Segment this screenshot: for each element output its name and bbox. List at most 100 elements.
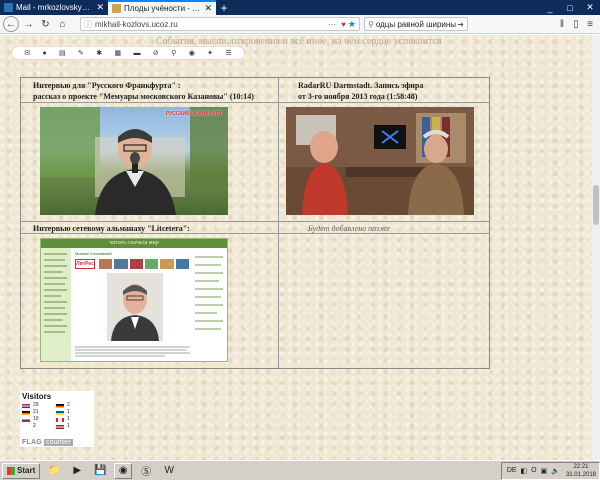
flag-icon <box>56 410 64 415</box>
media-player-icon[interactable]: ▶ <box>68 463 86 479</box>
brand-left: FLAG <box>22 439 42 446</box>
minimize-button[interactable]: _ <box>540 3 560 13</box>
radar-video-thumbnail[interactable] <box>286 107 474 215</box>
litcetera-book-covers <box>99 259 189 269</box>
visitor-count: 21 <box>33 409 39 415</box>
book-cover-icon <box>144 259 159 269</box>
notes-icon[interactable]: ▤ <box>59 49 66 57</box>
litcetera-header: читать сначала мир <box>41 239 227 248</box>
litcetera-site-thumbnail[interactable]: читать сначала мир Михаил Козловский Лит… <box>40 238 228 362</box>
sidebar-icon[interactable]: ▯ <box>569 19 583 30</box>
visitor-count: 10 <box>33 416 39 422</box>
search-go-icon[interactable]: ➜ <box>457 20 464 29</box>
volume-icon[interactable]: 🔈 <box>551 467 560 475</box>
flag-icon <box>56 403 64 408</box>
frankfurt-video-thumbnail[interactable]: РУССКИЙ ФРАНКФУРТ <box>40 107 228 215</box>
radar-ru-title: RadarRU Darmstadt. Запись эфира от 3-го … <box>298 80 423 102</box>
page-actions-icon[interactable]: ··· <box>328 20 336 29</box>
page-scrollbar[interactable] <box>592 35 600 460</box>
book-cover-icon <box>99 259 113 269</box>
blog-icon[interactable]: ▦ <box>115 49 122 57</box>
flag-icon <box>22 417 30 422</box>
close-window-button[interactable]: ✕ <box>580 2 600 13</box>
skype-icon[interactable]: Ⓢ <box>137 463 155 479</box>
litcetera-title: Интервью сетевому альманаху "Litcetera": <box>33 224 190 233</box>
visitor-count: 1 <box>67 416 70 422</box>
browser-tab-strip: Mail - mrkozlovsky@hotmail.com ✕ Плоды у… <box>0 0 600 15</box>
bookmark-star-icon[interactable]: ★ <box>348 19 356 30</box>
forward-button[interactable]: → <box>21 17 36 32</box>
book-cover-icon <box>160 259 174 269</box>
pocket-icon[interactable]: ♥ <box>341 20 346 29</box>
network-icon[interactable]: ▣ <box>541 467 548 475</box>
site-info-icon[interactable]: ⓘ <box>84 19 92 30</box>
mail-favicon-icon <box>4 3 13 12</box>
firefox-icon[interactable]: ◉ <box>114 462 133 479</box>
reload-button[interactable]: ↻ <box>38 17 53 32</box>
visitors-flag-counter[interactable]: Visitors 29 2 21 1 10 1 2 1 FLAG counter <box>20 391 94 447</box>
site-tagline: События, мысли, откровения и всё иное, н… <box>156 36 442 47</box>
flag-icon <box>22 424 30 429</box>
folder-icon[interactable]: ▬ <box>134 50 141 57</box>
visitors-row: 21 1 <box>20 409 94 416</box>
tab-mail[interactable]: Mail - mrkozlovsky@hotmail.com ✕ <box>0 0 108 15</box>
url-bar[interactable]: ⓘ mikhail-kozlovs.ucoz.ru ··· ♥ ★ <box>80 17 360 31</box>
frankfurt-logo-text: РУССКИЙ ФРАНКФУРТ <box>165 111 222 117</box>
litcetera-sidebar <box>41 248 71 361</box>
save-icon[interactable]: 💾 <box>91 463 109 479</box>
maximize-button[interactable]: □ <box>560 3 580 13</box>
caption-line: RadarRU Darmstadt. Запись эфира <box>298 81 424 90</box>
info-icon[interactable]: ● <box>42 50 46 57</box>
search-value[interactable]: одцы равной ширины <box>376 20 457 29</box>
scrollbar-thumb[interactable] <box>593 185 599 225</box>
studio-photo-icon <box>286 107 474 215</box>
search-site-icon[interactable]: ⚲ <box>171 49 176 57</box>
mail-icon[interactable]: ✉ <box>24 49 30 57</box>
opera-icon[interactable]: O <box>531 467 536 474</box>
grid-divider <box>21 221 489 222</box>
block-icon[interactable]: ⊘ <box>153 49 159 57</box>
flag-counter-brand: FLAG counter <box>22 439 73 446</box>
clock[interactable]: 22:21 31.01.2018 <box>566 463 596 479</box>
tab-site[interactable]: Плоды учёности - Главная стра ✕ <box>108 0 216 15</box>
grid-divider <box>278 78 279 368</box>
view-icon[interactable]: ◉ <box>189 49 195 57</box>
start-button[interactable]: Start <box>2 462 41 479</box>
visitor-count: 2 <box>67 402 70 408</box>
book-cover-icon <box>175 259 189 269</box>
close-tab-icon[interactable]: ✕ <box>204 3 212 14</box>
search-box[interactable]: ⚲ одцы равной ширины ➜ <box>364 17 468 31</box>
menu-more-icon[interactable]: ☰ <box>225 49 231 57</box>
library-icon[interactable]: ‖ <box>555 19 569 30</box>
clock-time: 22:21 <box>573 463 589 470</box>
litcetera-body-text <box>75 345 190 361</box>
book-cover-icon <box>129 259 143 269</box>
home-button[interactable]: ⌂ <box>55 17 70 32</box>
edit-icon[interactable]: ✎ <box>78 49 84 57</box>
url-text[interactable]: mikhail-kozlovs.ucoz.ru <box>95 20 325 29</box>
litcetera-right-lines-icon <box>195 256 223 330</box>
back-button[interactable]: ← <box>3 16 19 32</box>
visitors-row: 29 2 <box>20 402 94 409</box>
page-content: События, мысли, откровения и всё иное, н… <box>0 35 600 460</box>
design-icon[interactable]: ✦ <box>207 49 213 57</box>
windows-logo-icon <box>7 466 15 475</box>
tab-mail-title: Mail - mrkozlovsky@hotmail.com <box>16 3 93 12</box>
interview-frankfurt-title: Интервью для "Русского Франкфурта" : рас… <box>33 80 254 102</box>
close-tab-icon[interactable]: ✕ <box>96 2 104 13</box>
windows-taskbar: Start 📁 ▶ 💾 ◉ Ⓢ W DE ◧ O ▣ 🔈 22:21 31.01… <box>0 460 600 480</box>
author-portrait-icon <box>107 273 163 341</box>
explorer-icon[interactable]: 📁 <box>45 463 63 479</box>
caption-line: Интервью для "Русского Франкфурта" : <box>33 81 181 90</box>
media-grid: Интервью для "Русского Франкфурта" : рас… <box>20 77 490 369</box>
start-label: Start <box>17 466 36 475</box>
word-icon[interactable]: W <box>160 463 178 479</box>
search-icon: ⚲ <box>368 19 374 29</box>
language-indicator[interactable]: DE <box>507 467 517 474</box>
new-tab-button[interactable]: + <box>216 0 232 15</box>
antivirus-icon[interactable]: ◧ <box>521 467 528 475</box>
litcetera-text-lines-icon <box>75 346 190 357</box>
settings-icon[interactable]: ✱ <box>96 49 102 57</box>
system-tray: DE ◧ O ▣ 🔈 22:21 31.01.2018 <box>500 461 600 480</box>
menu-icon[interactable]: ≡ <box>583 19 597 30</box>
